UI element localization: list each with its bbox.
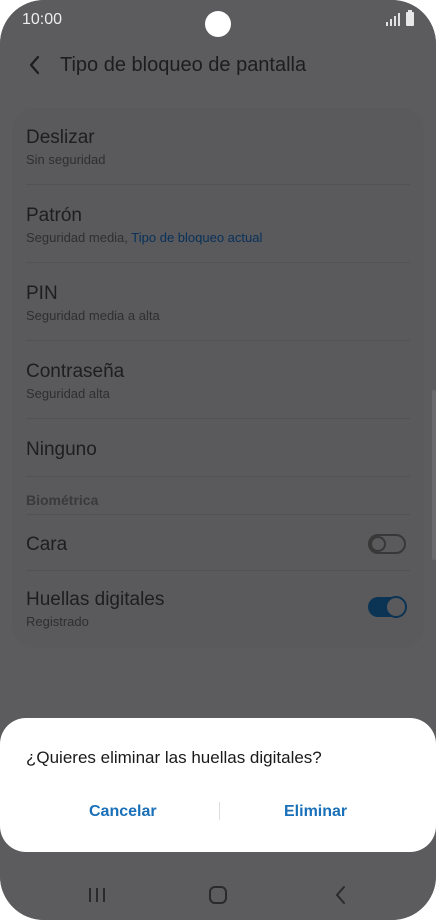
option-label: PIN — [26, 283, 58, 304]
section-label-biometrics: Biométrica — [26, 492, 99, 508]
option-sublabel: Sin seguridad — [26, 152, 106, 167]
option-pin[interactable]: PIN Seguridad media a alta — [12, 280, 424, 340]
status-time: 10:00 — [22, 11, 63, 28]
status-icons — [386, 10, 414, 26]
dialog-message: ¿Quieres eliminar las huellas digitales? — [26, 748, 322, 767]
front-camera — [205, 11, 231, 37]
home-icon[interactable] — [203, 882, 233, 908]
navigation-bar — [0, 868, 436, 920]
option-label: Patrón — [26, 205, 82, 226]
page-title: Tipo de bloqueo de pantalla — [60, 54, 307, 76]
option-none[interactable]: Ninguno — [12, 436, 424, 476]
signal-icon — [386, 12, 400, 26]
option-sublabel: Seguridad alta — [26, 386, 110, 401]
option-label: Deslizar — [26, 127, 95, 148]
current-lock-link: Tipo de bloqueo actual — [131, 230, 263, 245]
lock-type-list: Deslizar Sin seguridad Patrón Seguridad … — [12, 108, 424, 648]
battery-icon — [406, 10, 414, 26]
phone-frame: 10:00 Tipo de bloqueo de pantalla Desliz… — [0, 0, 436, 920]
confirm-dialog: ¿Quieres eliminar las huellas digitales?… — [0, 718, 436, 852]
recent-apps-icon[interactable] — [82, 882, 112, 908]
back-icon[interactable] — [326, 882, 356, 908]
app-bar: Tipo de bloqueo de pantalla — [0, 44, 436, 88]
toggle-knob — [370, 536, 386, 552]
face-toggle[interactable] — [368, 534, 406, 554]
side-scroll-edge — [432, 390, 436, 560]
cancel-button[interactable]: Cancelar — [89, 803, 157, 821]
option-fingerprints[interactable]: Huellas digitales Registrado — [12, 582, 424, 642]
option-face[interactable]: Cara — [12, 528, 424, 564]
status-bar: 10:00 — [0, 0, 436, 40]
option-label: Huellas digitales — [26, 589, 165, 610]
divider — [26, 476, 410, 477]
divider — [26, 514, 410, 515]
divider — [26, 340, 410, 341]
option-label: Ninguno — [26, 439, 97, 460]
divider — [26, 418, 410, 419]
option-label: Contraseña — [26, 361, 125, 382]
divider — [26, 262, 410, 263]
fingerprints-toggle[interactable] — [368, 596, 407, 618]
option-sublabel: Seguridad media a alta — [26, 308, 160, 323]
toggle-knob — [385, 596, 407, 618]
option-swipe[interactable]: Deslizar Sin seguridad — [12, 124, 424, 184]
divider — [26, 570, 410, 571]
screen-dimmed: 10:00 Tipo de bloqueo de pantalla Desliz… — [0, 0, 436, 920]
option-label: Cara — [26, 534, 68, 555]
option-password[interactable]: Contraseña Seguridad alta — [12, 358, 424, 418]
option-pattern[interactable]: Patrón Seguridad media, Tipo de bloqueo … — [12, 202, 424, 262]
back-arrow-icon[interactable] — [22, 50, 48, 80]
remove-button[interactable]: Eliminar — [284, 803, 347, 821]
option-sublabel: Seguridad media, Tipo de bloqueo actual — [26, 230, 263, 245]
option-sublabel: Registrado — [26, 614, 89, 629]
dialog-button-divider — [219, 802, 220, 820]
divider — [26, 184, 410, 185]
